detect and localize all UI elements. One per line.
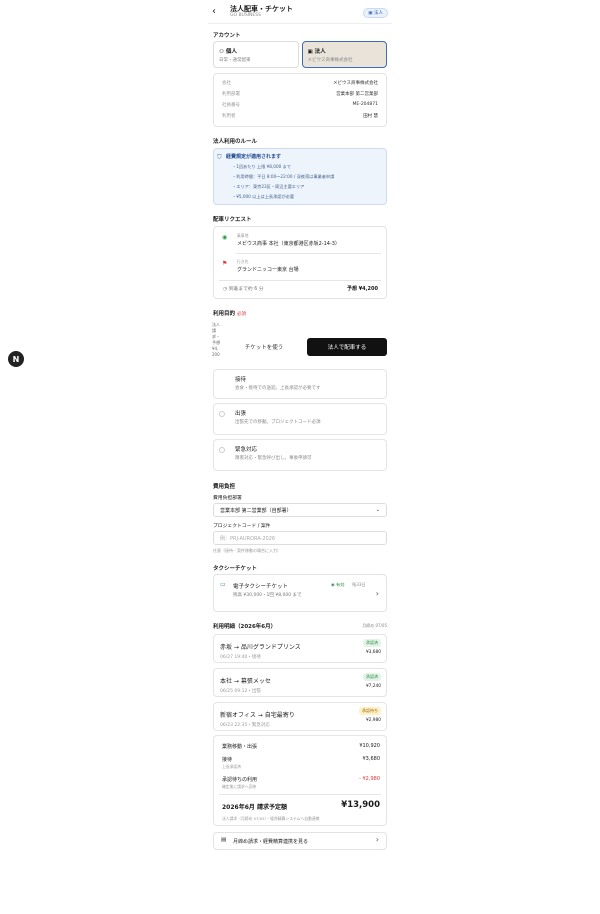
document-icon: ▤ (221, 837, 227, 843)
destination-address[interactable]: グランドニッコー東京 台場 (237, 266, 299, 273)
rule-item: ・1回あたり 上限 ¥8,000 まで (232, 164, 291, 169)
ticket-remaining-days: 残33日 (352, 582, 366, 587)
total-note: 法人請求（月締め 07/05）・経費精算システムへ自動連携 (222, 816, 320, 821)
divider (219, 794, 381, 795)
page-subtitle: GO BUSINESS (230, 13, 261, 18)
project-code-input[interactable]: 例：PRJ-AURORA-2026 (213, 531, 387, 545)
person-icon: ⚇ (219, 49, 224, 55)
radio[interactable] (219, 447, 225, 453)
fare-estimate: 予想 ¥4,200 (346, 286, 378, 292)
info-row: 利用者 田村 慧 (222, 113, 378, 119)
account-switch: ⚇ 個人 日常・通常配車 ▣ 法人 メビウス商事株式会社 (213, 41, 387, 68)
dept-label: 費用負担部署 (213, 496, 242, 501)
history-item[interactable]: 本社 → 幕張メッセ 06/25 09:12・出張 承認済 ¥7,240 (213, 668, 387, 697)
status-badge: 承認待ち (359, 707, 381, 715)
chevron-down-icon: ⌄ (375, 507, 380, 513)
section-purpose: 利用目的 必須 (213, 311, 247, 317)
project-note: 任意（接待・案件移動の場合に入力） (213, 548, 281, 553)
rule-item: ・エリア：東京23区・周辺主要エリア (232, 184, 305, 189)
billing-summary: 業務移動・出張 ¥10,920 接待 ¥3,680 上長承認済 承認待ちの利用 - ¥… (213, 735, 387, 826)
section-cost: 費用負担 (213, 484, 236, 490)
dept-select[interactable]: 営業本部 第二営業部（自部署） ⌄ (213, 503, 387, 517)
corp-charge-note: 法人請求・予想 ¥4,200 (212, 322, 220, 357)
app-screen: ‹ 法人配車・チケット GO BUSINESS ▣ 法人 アカウント ⚇ 個人 … (208, 0, 392, 914)
route-card: ◉ 乗車地 メビウス商事 本社（東京都港区赤坂2-14-3） ⚑ 行き先 グラン… (213, 226, 387, 299)
rules-card: ⛉ 経費規定が適用されます ・1回あたり 上限 ¥8,000 まで ・利用時間：… (213, 148, 387, 205)
purpose-option-business-trip[interactable]: 出張 出張先での移動。プロジェクトコード必須 (213, 403, 387, 435)
section-history: 利用明細（2026年6月） (213, 624, 277, 630)
section-request: 配車リクエスト (213, 217, 252, 223)
chevron-right-icon: › (375, 835, 379, 844)
corporate-dispatch-button[interactable]: 法人で配車する (307, 338, 387, 356)
info-row: 会社 メビウス商事株式会社 (222, 80, 378, 86)
purpose-option-entertainment[interactable]: 接待 会食・接待での送迎。上長承認が必要です (213, 369, 387, 399)
rules-title: 経費規定が適用されます (226, 154, 282, 160)
pickup-pin-icon: ◉ (222, 234, 228, 241)
ticket-status: ◉ 有効 (331, 582, 345, 587)
total-amount: ¥13,900 (341, 800, 380, 810)
info-row: 社員番号 ME-204871 (222, 102, 378, 108)
ticket-card[interactable]: ▭ 電子タクシーチケット ◉ 有効 残33日 残高 ¥30,000・1回 ¥8,… (213, 574, 387, 612)
use-ticket-button[interactable]: チケットを使う (224, 338, 304, 356)
history-item[interactable]: 新宿オフィス → 自宅最寄り 06/23 22:35・緊急対応 承認待ち ¥2,… (213, 702, 387, 731)
billing-link[interactable]: ▤ 月締め請求・経費精算連携を見る › (213, 832, 387, 850)
ticket-title: 電子タクシーチケット (233, 584, 289, 590)
summary-row: 業務移動・出張 ¥10,920 (222, 743, 380, 750)
pickup-address[interactable]: メビウス商事 本社（東京都港区赤坂2-14-3） (237, 240, 340, 247)
floating-n-button[interactable]: N (8, 351, 24, 367)
account-corporate[interactable]: ▣ 法人 メビウス商事株式会社 (301, 41, 387, 68)
summary-row: 承認待ちの利用 - ¥2,980 (222, 776, 380, 783)
purpose-option-emergency[interactable]: 緊急対応 障害対応・緊急呼び出し。事後申請可 (213, 439, 387, 471)
summary-row: 接待 ¥3,680 (222, 756, 380, 763)
clock-icon: ◷ (223, 287, 228, 292)
divider (219, 280, 381, 281)
shield-icon: ⛉ (217, 154, 222, 161)
info-row: 利用部署 営業本部 第二営業部 (222, 91, 378, 97)
closing-date: 月締め 07/05 (362, 623, 387, 628)
corporate-badge: ▣ 法人 (363, 8, 388, 18)
header: ‹ 法人配車・チケット GO BUSINESS ▣ 法人 (208, 0, 392, 24)
rule-item: ・¥5,000 以上は上長承認が必要 (232, 194, 295, 199)
check-icon: ◉ (331, 582, 335, 587)
divider (236, 253, 381, 254)
rule-item: ・利用時間：平日 8:00〜22:00 / 深夜帯は事業者申請 (232, 174, 335, 179)
status-badge: 承認済 (363, 639, 381, 647)
history-item[interactable]: 赤坂 → 品川グランドプリンス 06/27 19:40・接待 承認済 ¥3,68… (213, 634, 387, 663)
radio[interactable] (219, 411, 225, 417)
project-label: プロジェクトコード / 案件 (213, 524, 271, 529)
account-info-card: 会社 メビウス商事株式会社 利用部署 営業本部 第二営業部 社員番号 ME-20487… (213, 73, 387, 127)
flag-icon: ⚑ (222, 260, 228, 267)
section-account: アカウント (213, 33, 241, 39)
building-icon: ▣ (307, 49, 313, 55)
status-badge: 承認済 (363, 673, 381, 681)
ticket-detail: 残高 ¥30,000・1回 ¥8,000 まで (233, 593, 302, 598)
building-icon: ▣ (368, 11, 373, 16)
ticket-icon: ▭ (220, 581, 226, 588)
eta: ◷ 到着まで約 6 分 (223, 287, 264, 292)
total-label: 2026年6月 請求予定額 (222, 804, 287, 811)
section-rules: 法人利用のルール (213, 139, 258, 145)
back-arrow-icon[interactable]: ‹ (212, 6, 216, 17)
section-ticket: タクシーチケット (213, 566, 258, 572)
chevron-right-icon: › (375, 589, 379, 598)
account-personal[interactable]: ⚇ 個人 日常・通常配車 (213, 41, 299, 68)
